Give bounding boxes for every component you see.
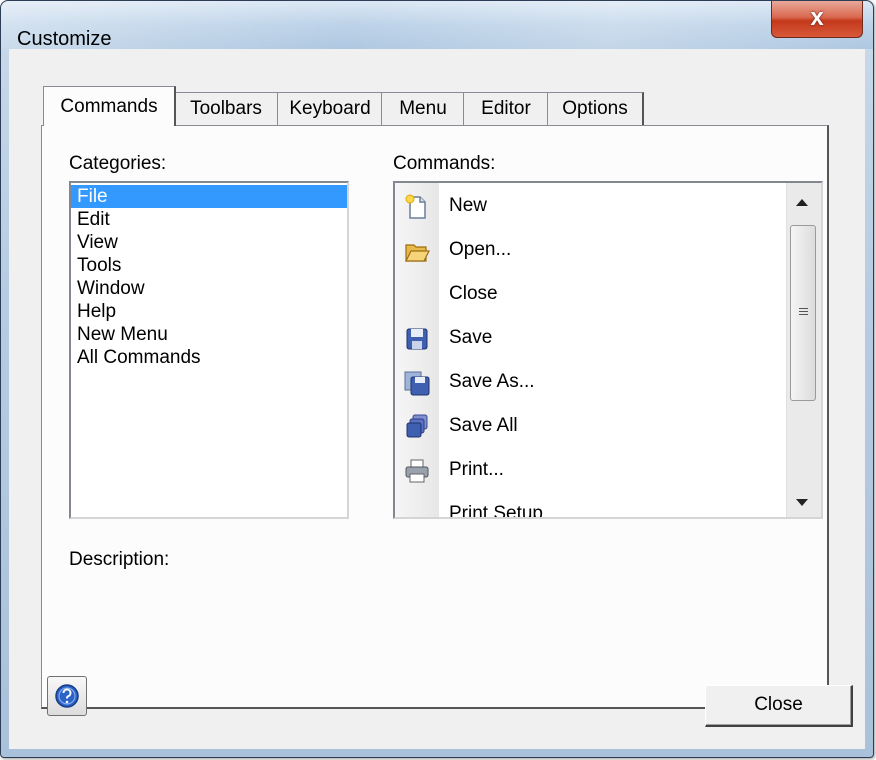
tab-menu[interactable]: Menu [381, 92, 466, 125]
scrollbar-thumb[interactable] [790, 225, 816, 401]
command-label: New [449, 195, 488, 216]
grip-line [799, 311, 808, 312]
command-label: Save [449, 327, 493, 348]
commands-label: Commands: [393, 153, 496, 174]
command-label: Open... [449, 239, 512, 260]
command-label: Save All [449, 415, 518, 436]
grip-line [799, 308, 808, 309]
customize-dialog: Customize x Commands Toolbars Keyboard M… [0, 0, 874, 758]
command-item-print-setup[interactable]: Print Setup [395, 493, 787, 519]
command-item-new[interactable]: New [395, 185, 787, 229]
command-item-open[interactable]: Open... [395, 229, 787, 273]
save-all-icon [406, 414, 428, 438]
category-item-view[interactable]: View [71, 231, 347, 254]
grip-line [799, 314, 808, 315]
tab-editor[interactable]: Editor [463, 92, 550, 125]
categories-listbox[interactable]: File Edit View Tools Window Help New Men… [69, 181, 349, 519]
category-item-all-commands[interactable]: All Commands [71, 346, 347, 369]
command-label: Close [449, 283, 498, 304]
title-bar[interactable]: Customize x [1, 1, 873, 50]
category-item-new-menu[interactable]: New Menu [71, 323, 347, 346]
description-label: Description: [69, 549, 170, 570]
tab-keyboard[interactable]: Keyboard [277, 92, 384, 125]
close-icon: x [810, 4, 824, 31]
printer-icon [405, 459, 429, 483]
command-item-save[interactable]: Save [395, 317, 787, 361]
command-label: Print... [449, 459, 504, 480]
open-folder-icon [405, 244, 430, 262]
tab-options[interactable]: Options [547, 92, 644, 125]
category-item-edit[interactable]: Edit [71, 208, 347, 231]
command-label: Print Setup [449, 503, 543, 519]
dialog-client-area: Commands Toolbars Keyboard Menu Editor O… [9, 49, 865, 749]
commands-scrollbar[interactable] [786, 183, 821, 517]
help-button[interactable] [47, 676, 87, 716]
save-as-icon [404, 371, 430, 396]
category-item-window[interactable]: Window [71, 277, 347, 300]
help-icon [55, 684, 79, 708]
command-item-print[interactable]: Print... [395, 449, 787, 493]
category-item-help[interactable]: Help [71, 300, 347, 323]
save-disk-icon [406, 328, 428, 350]
scroll-up-arrow-icon[interactable] [796, 199, 808, 206]
scroll-down-arrow-icon[interactable] [796, 499, 808, 506]
categories-label: Categories: [69, 153, 167, 174]
commands-listbox[interactable]: New Open... Close Save Save As... Save A… [393, 181, 823, 519]
category-item-file[interactable]: File [71, 185, 347, 208]
tab-toolbars[interactable]: Toolbars [173, 92, 280, 125]
window-title: Customize [17, 28, 112, 50]
close-button[interactable]: Close [705, 685, 853, 727]
command-item-save-as[interactable]: Save As... [395, 361, 787, 405]
window-close-button[interactable]: x [771, 1, 863, 38]
command-item-close[interactable]: Close [395, 273, 787, 317]
command-item-save-all[interactable]: Save All [395, 405, 787, 449]
new-document-icon [405, 194, 426, 219]
command-label: Save As... [449, 371, 535, 392]
category-item-tools[interactable]: Tools [71, 254, 347, 277]
tab-commands[interactable]: Commands [43, 86, 176, 126]
